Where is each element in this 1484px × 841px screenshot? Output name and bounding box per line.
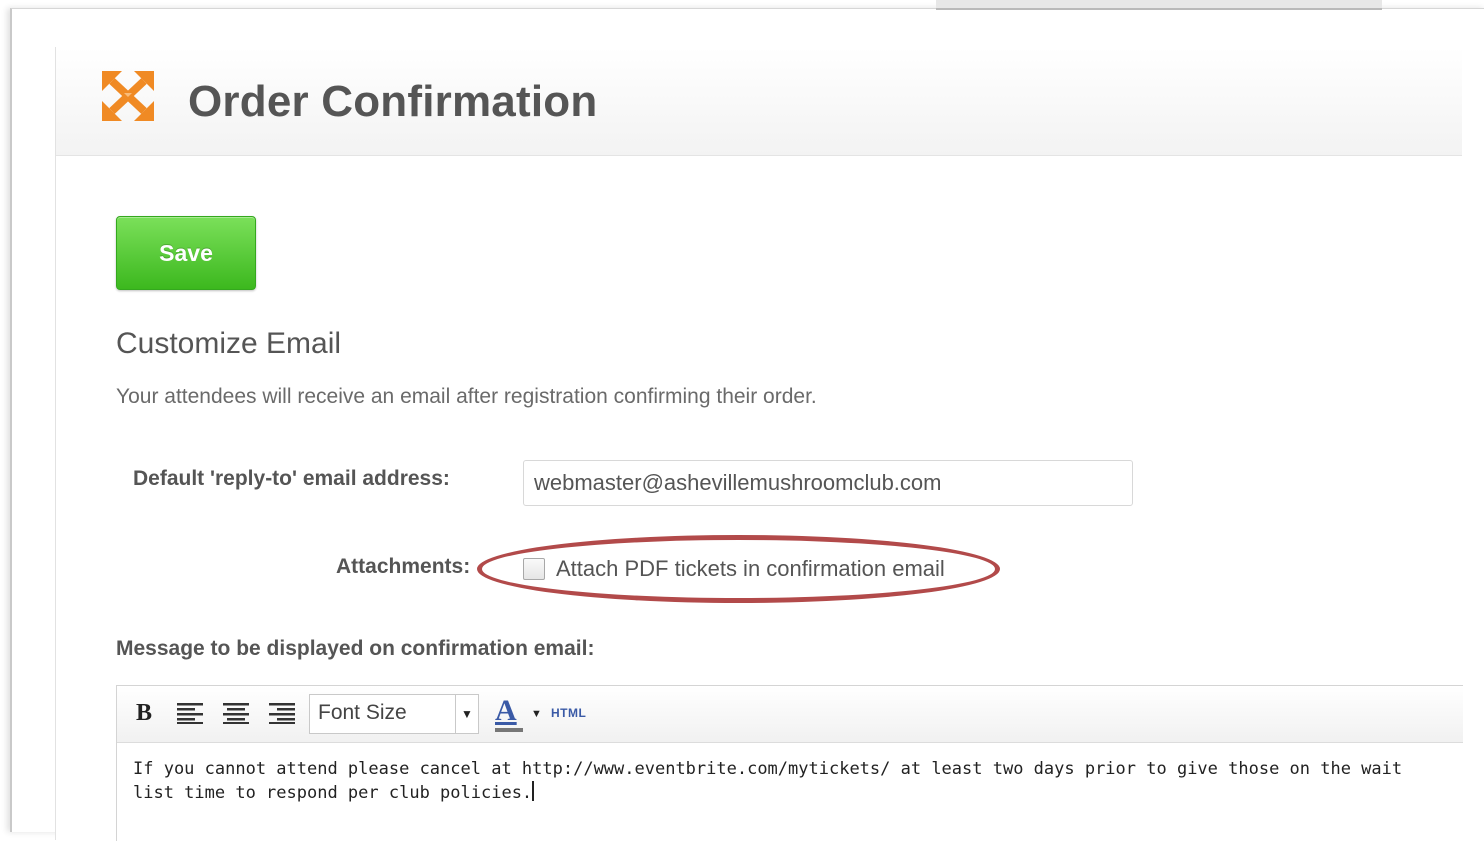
text-color-button[interactable]: A [491,692,527,734]
save-button[interactable]: Save [116,216,256,290]
customize-email-description: Your attendees will receive an email aft… [116,385,817,408]
align-left-icon[interactable] [173,696,207,730]
customize-email-title: Customize Email [116,327,342,360]
text-color-glyph: A [495,694,517,727]
order-confirmation-panel: Order Confirmation Save Customize Email … [55,47,1484,841]
chevron-down-icon: ▼ [455,695,478,733]
html-mode-button[interactable]: HTML [551,706,586,720]
editor-toolbar: B Font Size ▼ A ▼ HTML [117,686,1463,743]
font-size-select[interactable]: Font Size ▼ [309,694,479,734]
align-center-icon[interactable] [219,696,253,730]
message-label: Message to be displayed on confirmation … [116,637,595,660]
reply-to-label: Default 'reply-to' email address: [133,467,450,490]
attachments-label: Attachments: [336,555,471,578]
text-cursor [532,781,535,801]
window-frame: Order Confirmation Save Customize Email … [10,8,1484,841]
bold-button[interactable]: B [127,696,161,730]
text-color-swatch [495,728,523,732]
attach-pdf-checkbox[interactable] [523,558,545,580]
message-body-text: If you cannot attend please cancel at ht… [133,759,1403,803]
font-size-value: Font Size [318,701,407,724]
page-header: Order Confirmation [56,47,1462,156]
attach-pdf-label[interactable]: Attach PDF tickets in confirmation email [556,556,945,582]
rich-text-editor: B Font Size ▼ A ▼ HTML If you cannot att… [116,685,1463,841]
caret-down-icon[interactable]: ▼ [531,708,542,720]
align-right-icon[interactable] [265,696,299,730]
reply-to-email-input[interactable] [523,460,1133,506]
message-body-textarea[interactable]: If you cannot attend please cancel at ht… [117,743,1463,841]
eventbrite-arrows-icon [102,71,154,121]
page-title: Order Confirmation [188,77,598,126]
top-window-tab [936,0,1382,10]
